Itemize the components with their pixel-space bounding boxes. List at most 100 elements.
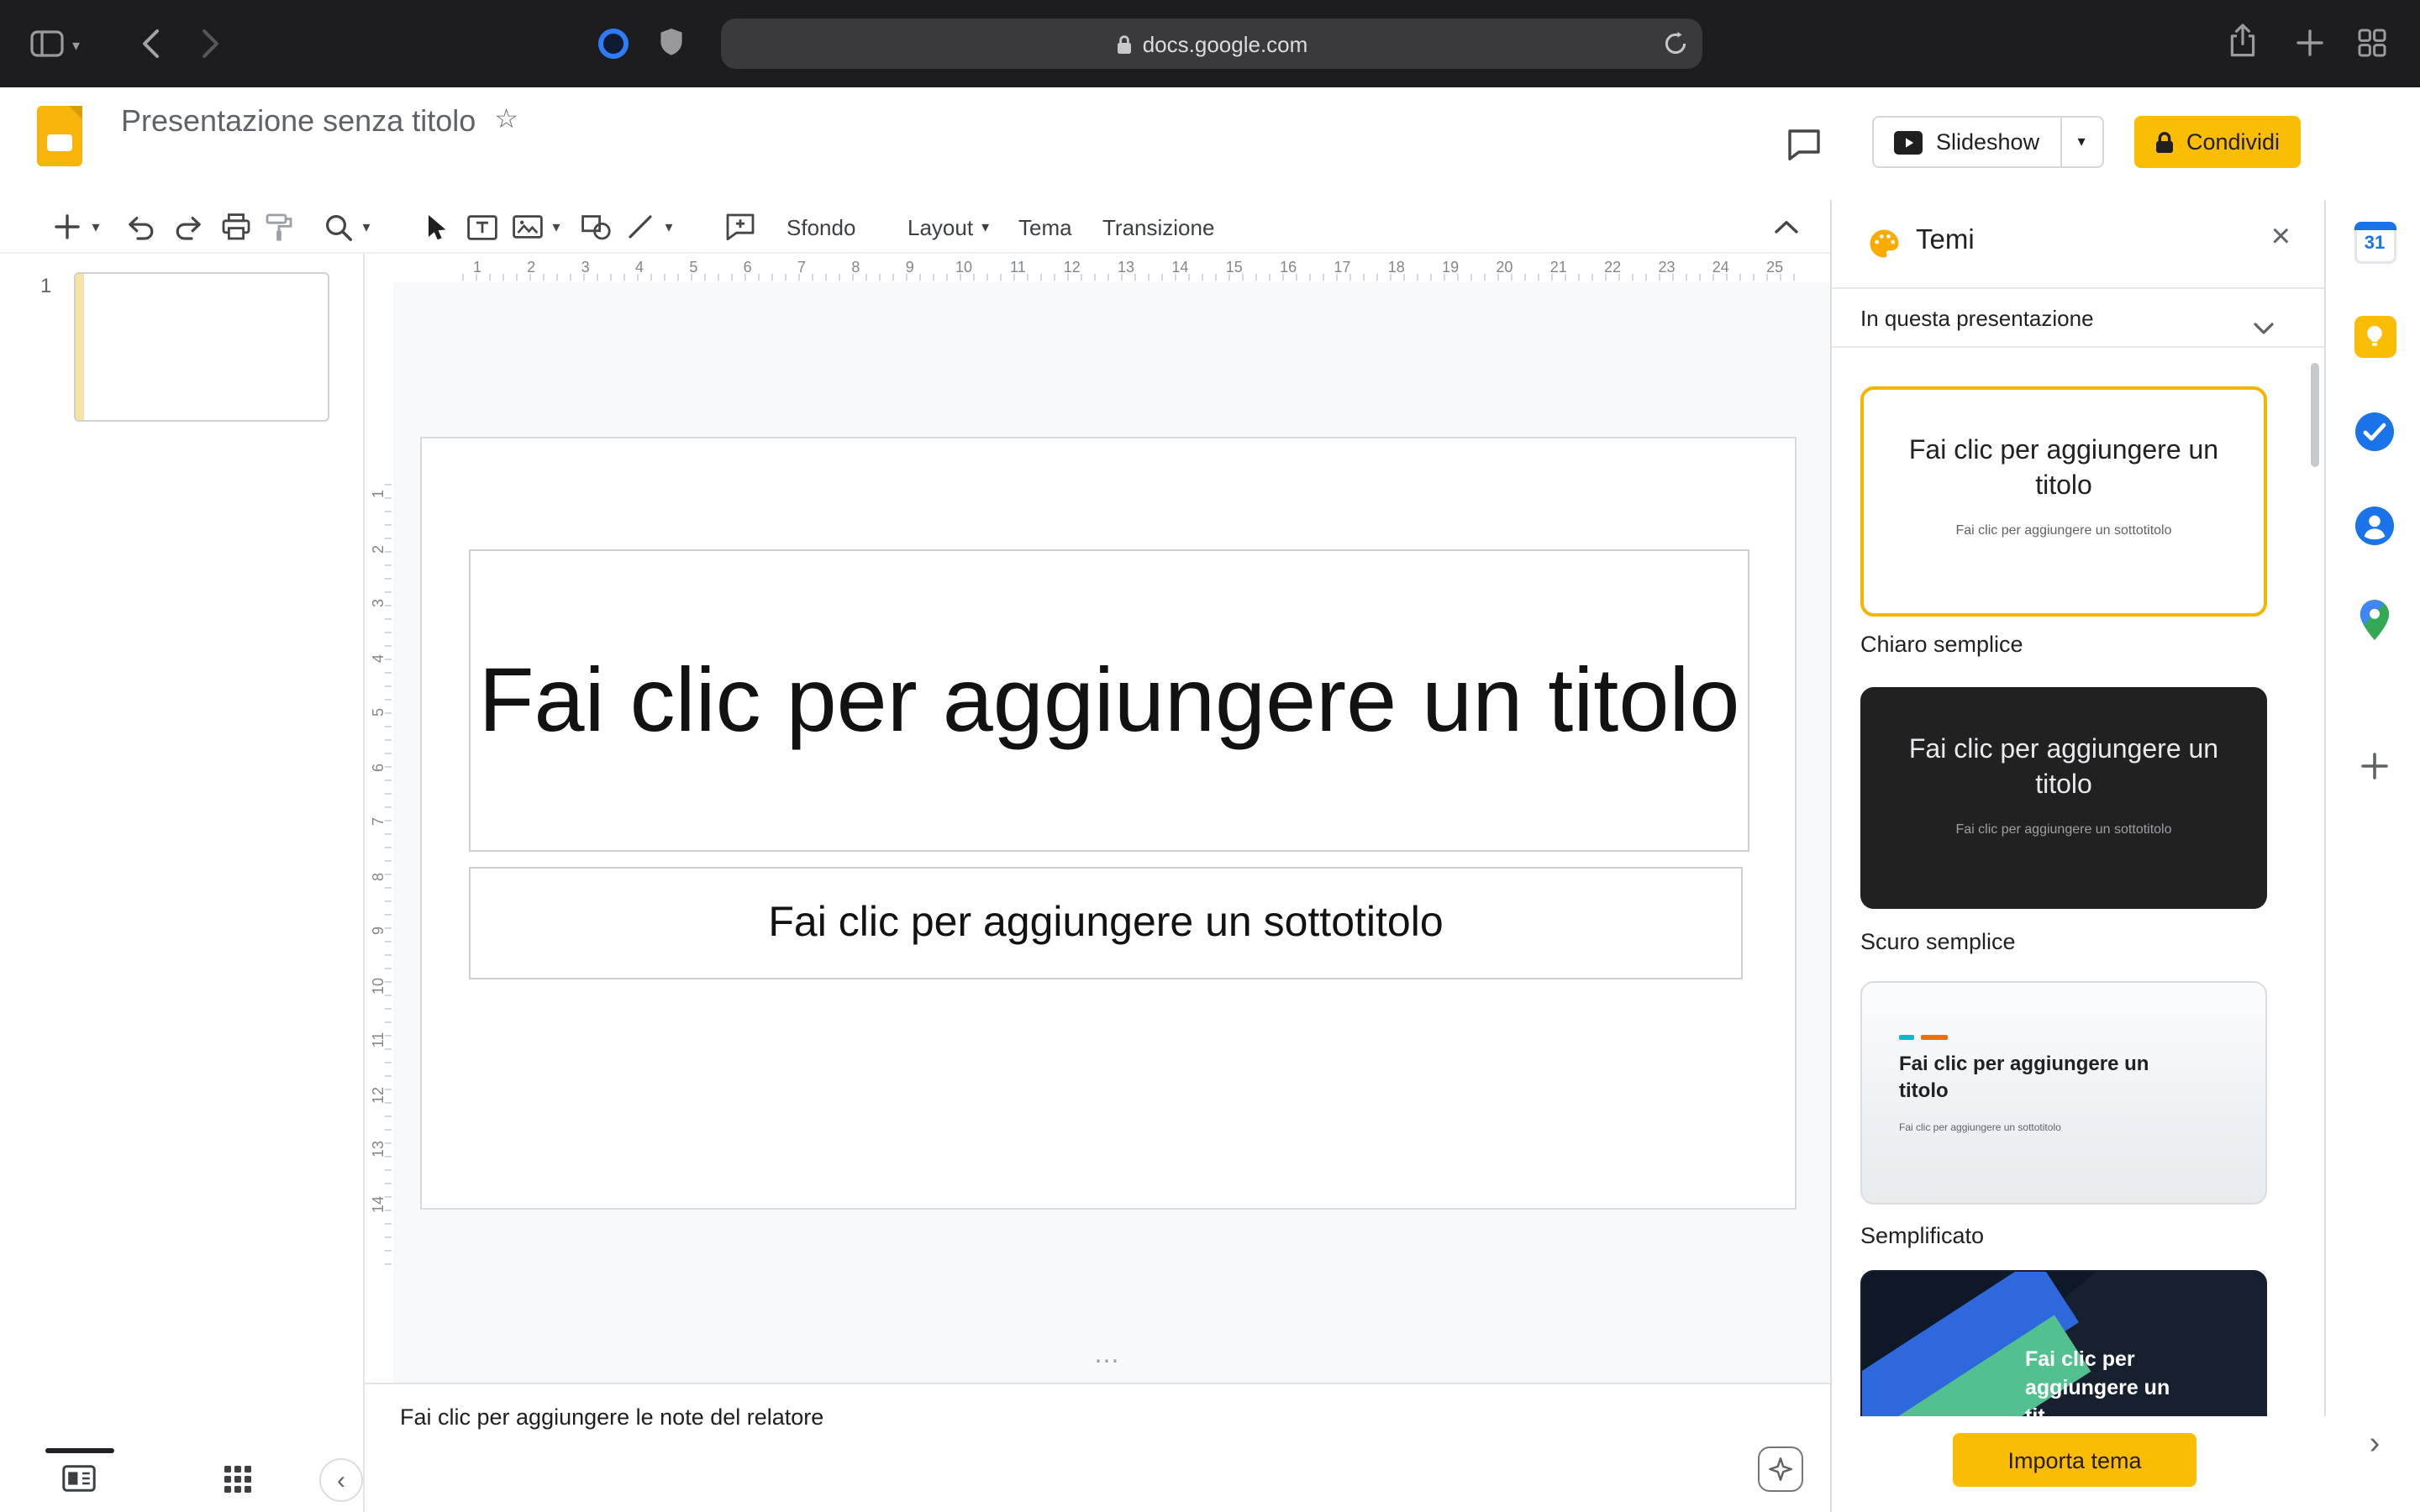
browser-toolbar: ▾ docs.google.com	[0, 0, 2420, 87]
new-tab-button[interactable]	[2296, 29, 2324, 57]
transition-button[interactable]: Transizione	[1089, 207, 1228, 247]
chevron-down-icon	[2254, 312, 2274, 343]
slideshow-label: Slideshow	[1936, 129, 2039, 155]
image-dropdown[interactable]: ▾	[546, 205, 566, 249]
comments-button[interactable]	[1781, 123, 1825, 166]
new-slide-dropdown[interactable]: ▾	[86, 205, 106, 249]
theme-card-geometric[interactable]: Fai clic per aggiungere un tit	[1860, 1270, 2267, 1416]
subtitle-placeholder-text: Fai clic per aggiungere un sottotitolo	[768, 899, 1443, 948]
app-header: Presentazione senza titolo ☆ FileModific…	[0, 87, 2420, 200]
explore-button[interactable]	[1758, 1446, 1803, 1492]
canvas-area: 1234567891011121314151617181920212223242…	[365, 254, 1830, 1512]
ruler-number: 19	[1442, 259, 1459, 276]
calendar-button[interactable]: 31	[2353, 220, 2396, 264]
theme-preview-title: Fai clic per aggiungere un titolo	[1864, 390, 2264, 504]
line-dropdown[interactable]: ▾	[659, 205, 679, 249]
slide-thumbnail[interactable]	[74, 272, 329, 422]
tasks-button[interactable]	[2353, 410, 2396, 454]
google-slides-app: ▾ docs.google.com Pre	[0, 0, 2420, 1512]
notes-splitter-handle[interactable]: ⋯	[420, 1346, 1797, 1376]
title-placeholder[interactable]: Fai clic per aggiungere un titolo	[469, 549, 1749, 852]
back-button[interactable]	[141, 29, 160, 59]
sidebar-toggle-button[interactable]	[30, 30, 64, 57]
zoom-dropdown[interactable]: ▾	[356, 205, 376, 249]
subtitle-placeholder[interactable]: Fai clic per aggiungere un sottotitolo	[469, 867, 1743, 979]
select-tool-button[interactable]	[413, 205, 457, 249]
add-addon-button[interactable]	[2353, 744, 2396, 788]
ruler-number: 8	[370, 866, 387, 886]
theme-preview-subtitle: Fai clic per aggiungere un sottotitolo	[1899, 1124, 2061, 1134]
tab-overview-button[interactable]	[2358, 29, 2386, 57]
paint-format-button[interactable]	[257, 205, 301, 249]
slide-canvas[interactable]: Fai clic per aggiungere un titolo Fai cl…	[420, 437, 1797, 1210]
ruler-number: 3	[370, 593, 387, 613]
tasks-icon	[2353, 410, 2396, 454]
redo-button[interactable]	[166, 205, 210, 249]
ruler-number: 22	[1604, 259, 1621, 276]
layout-button[interactable]: Layout▾	[894, 207, 1002, 247]
zoom-button[interactable]	[316, 205, 360, 249]
filmstrip-view-button[interactable]	[62, 1465, 96, 1492]
theme-button[interactable]: Tema	[1005, 207, 1086, 247]
forward-button[interactable]	[202, 29, 220, 59]
undo-button[interactable]	[119, 205, 163, 249]
themes-list: Fai clic per aggiungere un titolo Fai cli…	[1832, 348, 2326, 1416]
plus-icon	[2296, 29, 2324, 57]
privacy-shield-button[interactable]	[659, 27, 684, 57]
collapse-filmstrip-button[interactable]: ‹	[319, 1458, 363, 1502]
maps-button[interactable]	[2353, 598, 2396, 642]
theme-preview-subtitle: Fai clic per aggiungere un sottotitolo	[1862, 822, 2265, 837]
accent-dash	[1921, 1035, 1948, 1040]
keep-button[interactable]	[2353, 314, 2396, 358]
panel-scrollbar[interactable]	[2311, 363, 2319, 467]
ruler-number: 7	[797, 259, 806, 276]
import-theme-button[interactable]: Importa tema	[1953, 1433, 2196, 1487]
speaker-notes[interactable]: Fai clic per aggiungere le note del rela…	[365, 1383, 1830, 1512]
theme-card-chiaro-semplice[interactable]: Fai clic per aggiungere un titolo Fai cli…	[1860, 386, 2267, 617]
side-panel-rail: 31 ›	[2324, 200, 2420, 1512]
ruler-number: 6	[370, 757, 387, 777]
print-button[interactable]	[213, 205, 257, 249]
slideshow-button[interactable]: Slideshow ▾	[1872, 116, 2103, 168]
share-button[interactable]: Condividi	[2134, 116, 2300, 168]
theme-card-scuro-semplice[interactable]: Fai clic per aggiungere un titoloFai cli…	[1860, 687, 2267, 909]
theme-card-semplificato[interactable]: Fai clic per aggiungere un titoloFai cli…	[1860, 981, 2267, 1205]
insert-line-button[interactable]	[618, 205, 662, 249]
slideshow-dropdown-button[interactable]: ▾	[2061, 118, 2102, 166]
share-label: Condividi	[2186, 129, 2280, 155]
address-bar[interactable]: docs.google.com	[721, 18, 1702, 69]
ruler-number: 12	[1064, 259, 1081, 276]
grid-view-button[interactable]	[224, 1465, 252, 1494]
lock-icon	[2154, 130, 2175, 154]
text-box-button[interactable]	[460, 205, 504, 249]
active-view-indicator	[45, 1448, 114, 1453]
share-page-button[interactable]	[2228, 24, 2257, 57]
insert-image-button[interactable]	[506, 205, 550, 249]
in-this-presentation-section[interactable]: In questa presentazione	[1832, 287, 2324, 348]
theme-name-label: Scuro semplice	[1860, 929, 2016, 954]
new-slide-button[interactable]	[45, 205, 89, 249]
background-button[interactable]: Sfondo	[773, 207, 869, 247]
accent-dash	[1899, 1035, 1914, 1040]
slides-logo-icon[interactable]	[37, 106, 82, 166]
filmstrip-footer: ‹	[0, 1448, 363, 1512]
theme-preview-subtitle: Fai clic per aggiungere un sottotitolo	[1864, 522, 2264, 538]
contacts-button[interactable]	[2353, 504, 2396, 548]
insert-comment-button[interactable]	[718, 205, 761, 249]
reload-button[interactable]	[1664, 32, 1687, 64]
ruler-number: 10	[955, 259, 972, 276]
ruler-number: 10	[370, 975, 387, 995]
ruler-number: 9	[370, 921, 387, 941]
collapse-toolbar-button[interactable]	[1765, 205, 1808, 249]
line-icon	[627, 213, 654, 240]
insert-shape-button[interactable]	[575, 205, 618, 249]
close-panel-button[interactable]: ×	[2271, 220, 2291, 254]
chevron-up-icon	[1775, 220, 1798, 234]
sparkle-icon	[1768, 1457, 1793, 1482]
hide-side-panel-button[interactable]: ›	[2353, 1423, 2396, 1467]
star-icon[interactable]: ☆	[494, 108, 518, 134]
extension-icon[interactable]	[598, 29, 629, 59]
shield-icon	[659, 27, 684, 57]
sidebar-chevron-button[interactable]: ▾	[72, 37, 80, 55]
document-title[interactable]: Presentazione senza titolo	[121, 103, 476, 139]
